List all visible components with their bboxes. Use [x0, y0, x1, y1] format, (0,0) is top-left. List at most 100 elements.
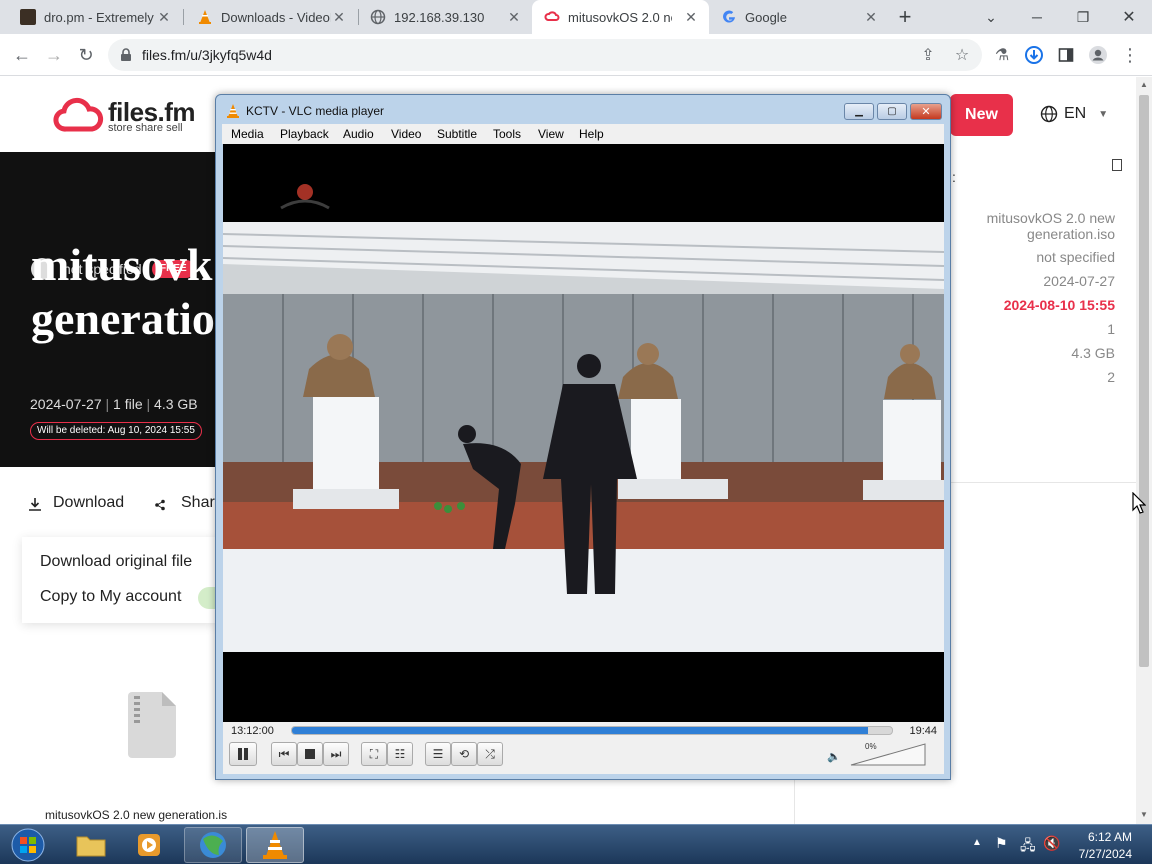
filesfm-cloud-logo-icon: [53, 97, 104, 132]
globe-icon: [370, 9, 386, 25]
close-icon[interactable]: ✕: [506, 9, 522, 25]
detail-expiry-date: 2024-08-10 15:55: [1003, 297, 1115, 313]
volume-muted-icon[interactable]: 🔇: [1043, 835, 1060, 852]
address-bar[interactable]: files.fm/u/3jkyfq5w4d ⇪ ☆: [108, 39, 982, 71]
windows-start-orb-icon: [11, 828, 45, 862]
start-button[interactable]: [0, 827, 56, 863]
file-details-panel: : mitusovkOS 2.0 new generation.iso not …: [950, 153, 1136, 483]
copy-to-account-item[interactable]: Copy to My account: [40, 588, 181, 606]
detail-file-count: 1: [1107, 321, 1115, 337]
vlc-maximize-icon[interactable]: ▢: [877, 103, 907, 120]
taskbar-media-player[interactable]: [120, 827, 178, 863]
taskbar-clock-time[interactable]: 6:12 AM: [1088, 830, 1132, 844]
fullscreen-icon: ⛶: [369, 746, 379, 761]
taskbar-chrome[interactable]: [184, 827, 242, 863]
file-card-name[interactable]: mitusovkOS 2.0 new generation.is: [45, 808, 227, 822]
vlc-menu-playback[interactable]: Playback: [280, 127, 329, 141]
vlc-close-icon[interactable]: ✕: [910, 103, 942, 120]
extensions-icon[interactable]: ⚗: [990, 43, 1014, 67]
detail-size: 4.3 GB: [1071, 345, 1115, 361]
zip-file-icon: [128, 692, 176, 758]
vlc-minimize-icon[interactable]: ▁: [844, 103, 874, 120]
share-button[interactable]: Shar: [181, 494, 215, 512]
taskbar-explorer[interactable]: [62, 827, 120, 863]
taskbar-vlc[interactable]: [246, 827, 304, 863]
globe-icon: [1040, 105, 1058, 123]
detail-filename-1: mitusovkOS 2.0 new: [986, 210, 1115, 226]
chevron-down-icon: ▼: [1098, 108, 1109, 120]
close-icon[interactable]: ✕: [331, 9, 347, 25]
action-row: Download Shar: [0, 491, 216, 515]
bookmark-star-icon[interactable]: ☆: [950, 43, 974, 67]
playlist-button[interactable]: ☰: [425, 742, 451, 766]
language-selector[interactable]: EN ▼: [1040, 105, 1108, 123]
download-icon[interactable]: [1022, 43, 1046, 67]
loop-button[interactable]: ⟲: [451, 742, 477, 766]
shuffle-button[interactable]: ⤮: [477, 742, 503, 766]
stop-icon: [305, 749, 315, 759]
vlc-video-area[interactable]: [223, 144, 944, 722]
close-window-icon[interactable]: ✕: [1106, 0, 1152, 34]
minimize-icon[interactable]: ─: [1014, 0, 1060, 34]
vlc-menu-media[interactable]: Media: [231, 127, 264, 141]
browser-tab-strip: dro.pm - Extremely ✕ Downloads - VideoL …: [0, 0, 1152, 34]
taskbar-clock-date[interactable]: 7/27/2024: [1079, 847, 1132, 861]
close-icon[interactable]: ✕: [156, 9, 172, 25]
speaker-icon[interactable]: 🔈: [827, 750, 841, 763]
tab-ip-address[interactable]: 192.168.39.130 ✕: [350, 0, 532, 34]
vlc-menu-help[interactable]: Help: [579, 127, 604, 141]
seek-bar[interactable]: [291, 726, 893, 735]
action-center-flag-icon[interactable]: ⚑: [995, 835, 1008, 852]
volume-slider[interactable]: [850, 742, 926, 766]
download-button[interactable]: Download: [53, 494, 124, 512]
download-dropdown-menu: Download original file Copy to My accoun…: [22, 537, 216, 623]
tab-search-chevron-icon[interactable]: ⌄: [968, 0, 1014, 34]
dropm-favicon: [20, 9, 36, 25]
tab-filesfm-active[interactable]: mitusovkOS 2.0 new ✕: [532, 0, 709, 34]
media-player-icon: [138, 834, 160, 856]
tab-google[interactable]: Google ✕: [709, 0, 889, 34]
vlc-menu-view[interactable]: View: [538, 127, 564, 141]
copy-icon[interactable]: [1112, 159, 1122, 171]
stop-button[interactable]: [297, 742, 323, 766]
vlc-menu-video[interactable]: Video: [391, 127, 421, 141]
tray-overflow-icon[interactable]: ▲: [972, 837, 982, 848]
scrollbar-thumb[interactable]: [1139, 95, 1149, 667]
url-text[interactable]: files.fm/u/3jkyfq5w4d: [142, 47, 272, 63]
shuffle-icon: ⤮: [485, 746, 495, 761]
pause-button[interactable]: [229, 742, 257, 766]
close-icon[interactable]: ✕: [683, 9, 699, 25]
file-title-line1: mitusovk: [31, 239, 213, 290]
chrome-globe-icon: [200, 832, 226, 858]
scroll-down-icon[interactable]: ▼: [1140, 810, 1148, 819]
scroll-up-icon[interactable]: ▲: [1140, 80, 1148, 89]
windows-taskbar: ▲ ⚑ 🖧 🔇 6:12 AM 7/27/2024: [0, 824, 1152, 864]
previous-button[interactable]: ⏮: [271, 742, 297, 766]
fullscreen-button[interactable]: ⛶: [361, 742, 387, 766]
tab-vlc-downloads[interactable]: Downloads - VideoL ✕: [177, 0, 357, 34]
volume-percent: 0%: [865, 742, 877, 751]
side-panel-icon[interactable]: [1054, 43, 1078, 67]
close-icon[interactable]: ✕: [863, 9, 879, 25]
vlc-menu-audio[interactable]: Audio: [343, 127, 374, 141]
next-button[interactable]: ⏭: [323, 742, 349, 766]
vlc-cone-icon: [227, 104, 239, 118]
download-original-file-item[interactable]: Download original file: [40, 553, 192, 571]
tab-title: Downloads - VideoL: [221, 9, 331, 25]
extended-settings-button[interactable]: ☷: [387, 742, 413, 766]
share-page-icon[interactable]: ⇪: [916, 43, 940, 67]
vlc-menu-tools[interactable]: Tools: [493, 127, 521, 141]
new-button[interactable]: New: [950, 94, 1013, 136]
vlc-title-text: KCTV - VLC media player: [246, 104, 385, 118]
page-scrollbar[interactable]: ▲ ▼: [1136, 77, 1152, 824]
chrome-menu-icon[interactable]: ⋮: [1118, 43, 1142, 67]
network-icon[interactable]: 🖧: [1020, 835, 1036, 859]
new-tab-plus-icon[interactable]: +: [893, 4, 917, 29]
forward-arrow-icon[interactable]: →: [42, 43, 66, 67]
profile-avatar-icon[interactable]: [1086, 43, 1110, 67]
tab-dropm[interactable]: dro.pm - Extremely ✕: [0, 0, 182, 34]
vlc-menu-subtitle[interactable]: Subtitle: [437, 127, 477, 141]
reload-icon[interactable]: ↻: [74, 43, 98, 67]
restore-icon[interactable]: ❐: [1060, 0, 1106, 34]
back-arrow-icon[interactable]: ←: [10, 43, 34, 67]
